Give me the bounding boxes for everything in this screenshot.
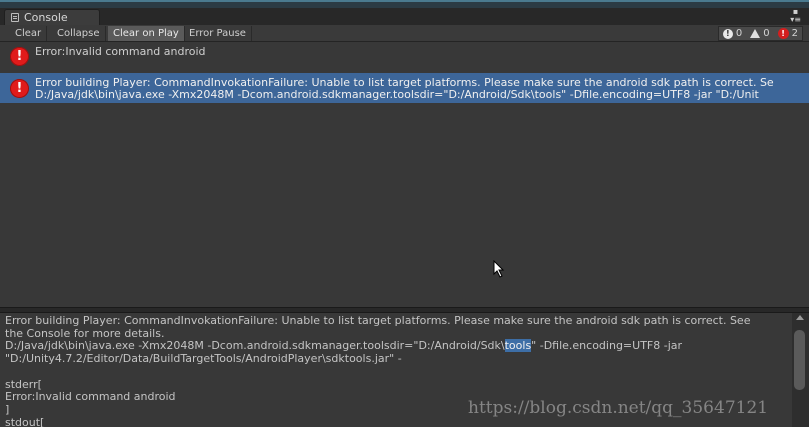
log-counters: ! 0 0 ! 2: [717, 26, 803, 41]
info-icon: !: [722, 28, 733, 39]
info-toggle[interactable]: ! 0: [719, 27, 746, 40]
error-icon: !: [10, 47, 29, 66]
tab-strip: Console ▪ ▾≡: [0, 8, 809, 25]
log-entry-selected[interactable]: ! Error building Player: CommandInvokati…: [0, 73, 809, 103]
detail-line: " -Dfile.encoding=UTF8 -jar: [531, 339, 683, 353]
detail-line: "D:/Unity4.7.2/Editor/Data/BuildTargetTo…: [5, 352, 402, 366]
error-icon: !: [10, 79, 29, 98]
log-list[interactable]: ! Error:Invalid command android ! Error …: [0, 42, 809, 307]
detail-line: stderr[: [5, 377, 42, 391]
selected-text: tools: [504, 339, 532, 353]
info-count: 0: [735, 28, 743, 39]
clear-on-play-button[interactable]: Clear on Play: [108, 26, 185, 41]
error-icon: !: [777, 28, 789, 39]
menu-icon[interactable]: ▾≡: [790, 16, 801, 24]
warning-icon: [750, 29, 761, 38]
error-toggle[interactable]: ! 2: [774, 27, 802, 40]
console-icon: [11, 13, 19, 22]
detail-line: stdout[: [5, 415, 45, 427]
tab-console[interactable]: Console: [4, 9, 100, 25]
detail-line: D:/Java/jdk\bin\java.exe -Xmx2048M -Dcom…: [5, 339, 505, 353]
detail-line: the Console for more details.: [5, 326, 165, 340]
tab-label: Console: [24, 11, 68, 24]
title-accent: [0, 0, 809, 2]
clear-button[interactable]: Clear: [10, 26, 48, 41]
scroll-up-icon[interactable]: [796, 315, 804, 320]
detail-line: Error:Invalid command android: [5, 390, 176, 404]
title-bar: [0, 0, 809, 8]
detail-scrollbar[interactable]: [792, 313, 809, 427]
error-pause-button[interactable]: Error Pause: [184, 26, 252, 41]
warning-count: 0: [763, 28, 770, 39]
mouse-cursor-icon: [493, 260, 505, 278]
scroll-thumb[interactable]: [794, 330, 805, 390]
log-entry[interactable]: ! Error:Invalid command android: [0, 42, 809, 72]
collapse-button[interactable]: Collapse: [52, 26, 106, 41]
watermark: https://blog.csdn.net/qq_35647121: [468, 398, 769, 418]
log-entry-text: Error:Invalid command android: [35, 45, 206, 58]
console-toolbar: Clear Collapse Clear on Play Error Pause…: [0, 25, 809, 42]
log-entry-subtext: D:/Java/jdk\bin\java.exe -Xmx2048M -Dcom…: [35, 88, 759, 101]
detail-line: ]: [5, 402, 10, 416]
error-count: 2: [791, 28, 798, 39]
warning-toggle[interactable]: 0: [746, 27, 773, 40]
detail-line: Error building Player: CommandInvokation…: [5, 314, 751, 327]
window-controls: ▪ ▾≡: [790, 8, 801, 25]
